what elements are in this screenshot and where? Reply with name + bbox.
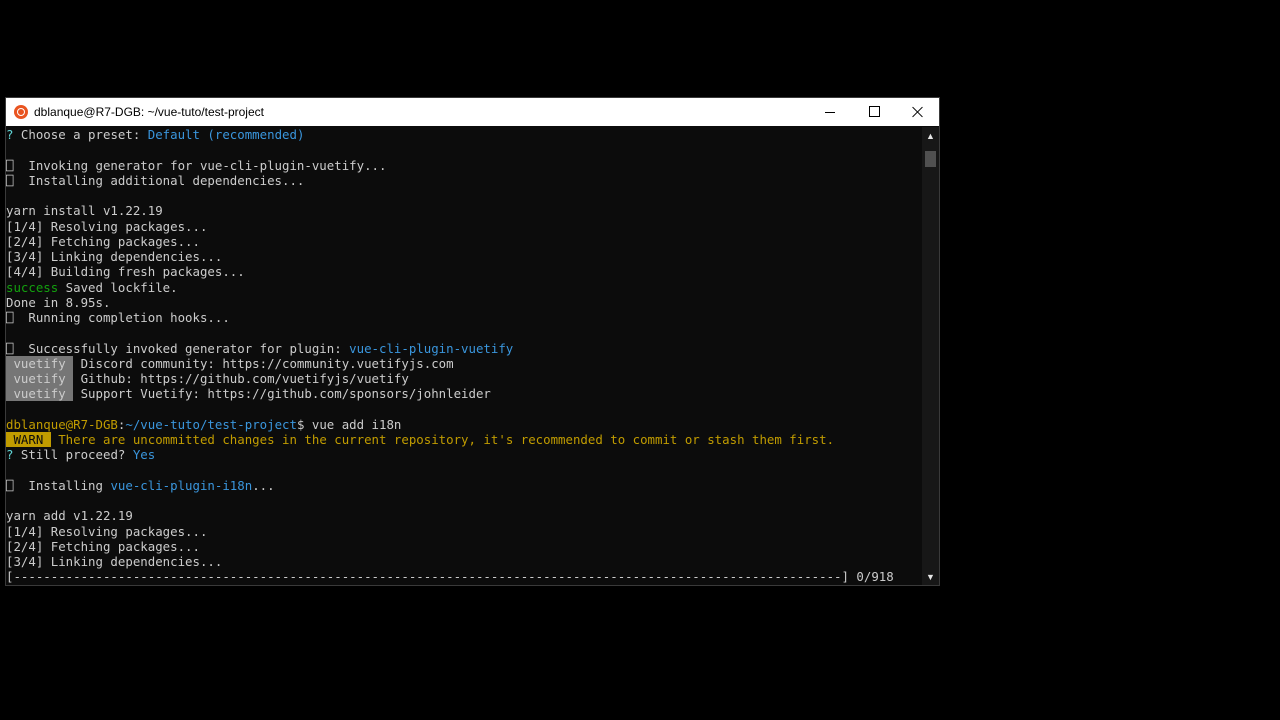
- terminal-text: ~/vue-tuto/test-project: [125, 416, 297, 432]
- terminal-text: ⎕ Installing: [6, 477, 111, 493]
- terminal-text: [---------------------------------------…: [6, 569, 894, 585]
- terminal-line: Done in 8.95s.: [6, 295, 922, 310]
- terminal-line: [1/4] Resolving packages...: [6, 219, 922, 234]
- terminal-text: dblanque@R7-DGB: [6, 416, 118, 432]
- terminal-line: vuetify Github: https://github.com/vueti…: [6, 371, 922, 386]
- terminal-line: [2/4] Fetching packages...: [6, 539, 922, 554]
- log-badge: WARN: [6, 432, 51, 447]
- terminal-text: vue-cli-plugin-i18n: [110, 477, 253, 493]
- maximize-button[interactable]: [852, 98, 896, 126]
- terminal-text: ⎕ Installing additional dependencies...: [6, 172, 305, 188]
- terminal-text: ?: [6, 447, 21, 463]
- terminal-text: [2/4] Fetching packages...: [6, 538, 200, 554]
- log-badge: vuetify: [6, 386, 74, 402]
- terminal-line: yarn install v1.22.19: [6, 203, 922, 218]
- terminal-text: ⎕ Running completion hooks...: [6, 310, 230, 325]
- terminal-line: dblanque@R7-DGB:~/vue-tuto/test-project$…: [6, 417, 922, 432]
- terminal-text: yarn install v1.22.19: [6, 203, 163, 219]
- log-badge: vuetify: [6, 355, 74, 371]
- terminal-line: [1/4] Resolving packages...: [6, 524, 922, 539]
- terminal-line: ? Choose a preset: Default (recommended): [6, 127, 922, 142]
- terminal-text: [3/4] Linking dependencies...: [6, 554, 223, 569]
- terminal-output[interactable]: ? Choose a preset: Default (recommended)…: [6, 127, 922, 585]
- vertical-scrollbar[interactable]: ▲ ▼: [922, 127, 939, 585]
- terminal-text: success: [6, 279, 59, 295]
- terminal-line: WARN There are uncommitted changes in th…: [6, 432, 922, 447]
- minimize-button[interactable]: [808, 98, 852, 126]
- terminal-text: Saved lockfile.: [58, 279, 178, 295]
- terminal-line: yarn add v1.22.19: [6, 508, 922, 523]
- close-button[interactable]: [895, 98, 939, 126]
- terminal-line: [3/4] Linking dependencies...: [6, 554, 922, 569]
- chevron-up-icon[interactable]: ▲: [922, 129, 939, 143]
- terminal-text: Done in 8.95s.: [6, 294, 111, 310]
- terminal-line: [4/4] Building fresh packages...: [6, 264, 922, 279]
- terminal-line: [3/4] Linking dependencies...: [6, 249, 922, 264]
- terminal-text: Yes: [132, 447, 156, 463]
- terminal-line: vuetify Discord community: https://commu…: [6, 355, 922, 371]
- terminal-text: Discord community: https://community.vue…: [73, 355, 454, 371]
- terminal-window[interactable]: dblanque@R7-DGB: ~/vue-tuto/test-project…: [6, 98, 939, 585]
- terminal-line: [---------------------------------------…: [6, 569, 922, 584]
- terminal-text: [4/4] Building fresh packages...: [6, 264, 245, 280]
- terminal-text: $ vue add i18n: [296, 416, 402, 432]
- terminal-text: [1/4] Resolving packages...: [6, 523, 208, 539]
- terminal-line: ⎕ Installing additional dependencies...: [6, 173, 922, 188]
- terminal-text: yarn add v1.22.19: [6, 508, 133, 524]
- terminal-text: Support Vuetify: https://github.com/spon…: [73, 386, 491, 402]
- terminal-text: Github: https://github.com/vuetifyjs/vue…: [73, 371, 409, 386]
- ubuntu-icon: [14, 105, 28, 119]
- title-bar[interactable]: dblanque@R7-DGB: ~/vue-tuto/test-project: [6, 98, 939, 126]
- terminal-text: [3/4] Linking dependencies...: [6, 249, 223, 264]
- terminal-line: ? Still proceed? Yes: [6, 447, 922, 462]
- window-title: dblanque@R7-DGB: ~/vue-tuto/test-project: [34, 105, 264, 119]
- terminal-line: [2/4] Fetching packages...: [6, 234, 922, 249]
- terminal-text: ⎕ Successfully invoked generator for plu…: [6, 340, 350, 356]
- terminal-text: [2/4] Fetching packages...: [6, 233, 200, 249]
- terminal-text: Still proceed?: [20, 447, 133, 463]
- terminal-line: ⎕ Running completion hooks...: [6, 310, 922, 325]
- terminal-text: Choose a preset:: [20, 127, 148, 142]
- terminal-line: ⎕ Installing vue-cli-plugin-i18n...: [6, 478, 922, 493]
- terminal-text: ?: [6, 127, 21, 142]
- terminal-line: ⎕ Invoking generator for vue-cli-plugin-…: [6, 158, 922, 173]
- terminal-text: ⎕ Invoking generator for vue-cli-plugin-…: [6, 157, 387, 173]
- terminal-text: [1/4] Resolving packages...: [6, 218, 208, 234]
- terminal-text: ...: [252, 477, 275, 493]
- terminal-text: Default (recommended): [147, 127, 305, 142]
- terminal-line: ⎕ Successfully invoked generator for plu…: [6, 341, 922, 356]
- log-badge: vuetify: [6, 371, 74, 386]
- terminal-line: vuetify Support Vuetify: https://github.…: [6, 386, 922, 402]
- chevron-down-icon[interactable]: ▼: [922, 570, 939, 584]
- terminal-text: vue-cli-plugin-vuetify: [349, 340, 514, 356]
- terminal-text: There are uncommitted changes in the cur…: [50, 432, 835, 447]
- scrollbar-thumb[interactable]: [925, 151, 936, 167]
- terminal-line: success Saved lockfile.: [6, 280, 922, 295]
